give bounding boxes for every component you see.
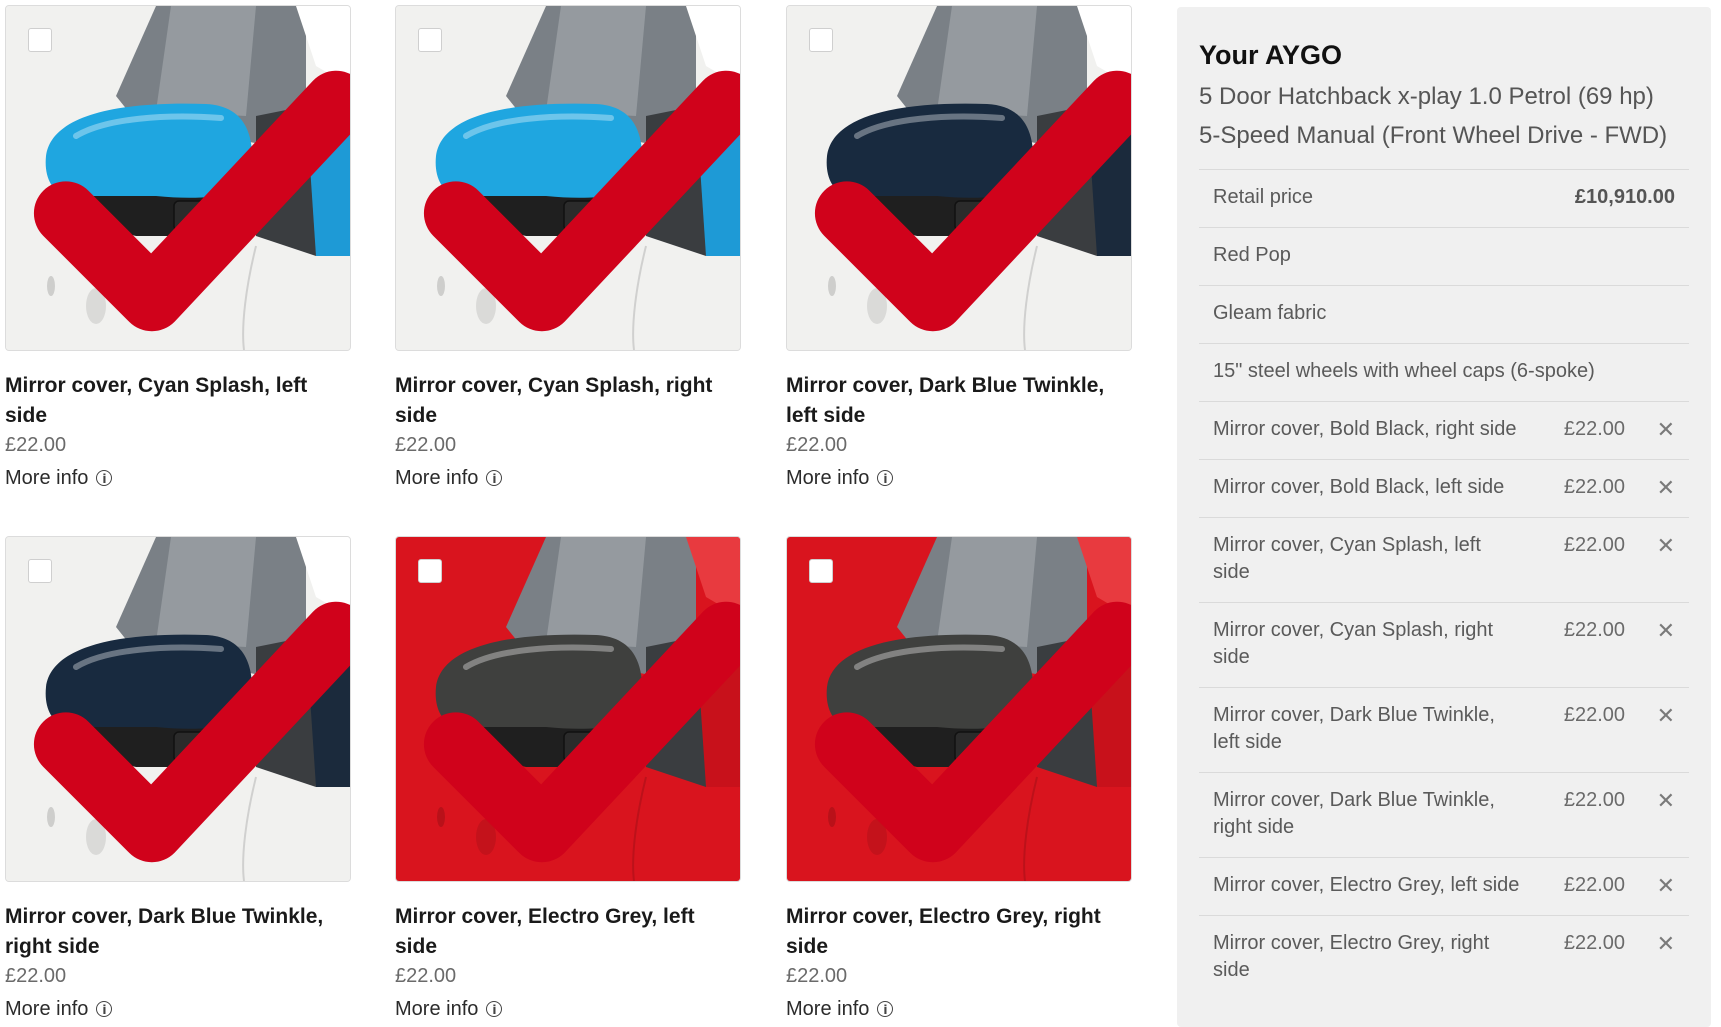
product-card[interactable]: Mirror cover, Dark Blue Twinkle, left si… (786, 5, 1132, 491)
product-price: £22.00 (786, 434, 848, 456)
selected-checkbox[interactable] (809, 559, 1131, 863)
selected-checkbox[interactable] (418, 28, 740, 332)
summary-row: Mirror cover, Cyan Splash, left side £22.… (1199, 517, 1689, 602)
info-icon: i (877, 1001, 894, 1017)
remove-icon[interactable]: ✕ (1625, 474, 1675, 501)
summary-row-label: Mirror cover, Electro Grey, left side (1213, 874, 1520, 896)
product-title: Mirror cover, Dark Blue Twinkle, right s… (5, 905, 324, 958)
more-info-label: More info (5, 998, 89, 1020)
remove-icon[interactable]: ✕ (1625, 702, 1675, 729)
summary-title: Your AYGO (1199, 40, 1343, 70)
info-icon: i (96, 470, 113, 486)
selected-checkbox[interactable] (809, 28, 1131, 332)
product-card[interactable]: Mirror cover, Cyan Splash, left side £22… (5, 5, 351, 491)
model-spec-line: 5-Speed Manual (Front Wheel Drive - FWD) (1199, 122, 1668, 149)
more-info-link[interactable]: More info i (395, 996, 741, 1022)
remove-icon[interactable]: ✕ (1625, 787, 1675, 814)
summary-row-price: £22.00 (1563, 789, 1625, 811)
summary-row: Retail price £10,910.00 (1199, 169, 1689, 227)
info-icon: i (96, 1001, 113, 1017)
summary-row-label: Mirror cover, Cyan Splash, left side (1213, 534, 1481, 583)
product-card[interactable]: Mirror cover, Dark Blue Twinkle, right s… (5, 536, 351, 1022)
remove-icon[interactable]: ✕ (1625, 872, 1675, 899)
summary-row: 15" steel wheels with wheel caps (6-spok… (1199, 343, 1689, 401)
summary-row: Mirror cover, Electro Grey, right side £2… (1199, 915, 1689, 1000)
summary-list: Retail price £10,910.00 Red Pop Gleam fabri… (1199, 169, 1689, 1000)
more-info-label: More info (786, 998, 870, 1020)
selected-checkbox[interactable] (28, 559, 350, 863)
summary-row-price: £22.00 (1563, 704, 1625, 726)
summary-row-price: £22.00 (1563, 874, 1625, 896)
summary-row-label: Mirror cover, Dark Blue Twinkle, left si… (1213, 704, 1495, 753)
summary-row-label: Mirror cover, Cyan Splash, right side (1213, 619, 1494, 668)
summary-row-label: Gleam fabric (1213, 302, 1327, 324)
more-info-label: More info (395, 998, 479, 1020)
summary-row-label: 15" steel wheels with wheel caps (6-spok… (1213, 360, 1595, 382)
product-price: £22.00 (395, 434, 457, 456)
summary-row: Red Pop (1199, 227, 1689, 285)
summary-row-label: Mirror cover, Dark Blue Twinkle, right s… (1213, 789, 1495, 838)
summary-row-label: Mirror cover, Bold Black, right side (1213, 418, 1517, 440)
remove-icon[interactable]: ✕ (1625, 617, 1675, 644)
summary-row: Mirror cover, Dark Blue Twinkle, left si… (1199, 687, 1689, 772)
more-info-link[interactable]: More info i (5, 996, 351, 1022)
more-info-label: More info (5, 467, 89, 489)
info-icon: i (486, 1001, 503, 1017)
info-icon: i (486, 470, 503, 486)
product-image[interactable] (786, 5, 1132, 351)
more-info-label: More info (395, 467, 479, 489)
more-info-link[interactable]: More info i (395, 465, 741, 491)
info-icon: i (877, 470, 894, 486)
product-title: Mirror cover, Electro Grey, right side (786, 905, 1101, 958)
more-info-link[interactable]: More info i (786, 465, 1132, 491)
model-spec: 5 Door Hatchback x-play 1.0 Petrol (69 h… (1199, 77, 1689, 155)
model-spec-line: 5 Door Hatchback x-play 1.0 Petrol (69 h… (1199, 83, 1654, 110)
summary-row-price: £22.00 (1563, 534, 1625, 556)
product-title: Mirror cover, Cyan Splash, left side (5, 374, 308, 427)
summary-row-price: £22.00 (1563, 476, 1625, 498)
accessory-grid: Mirror cover, Cyan Splash, left side £22… (0, 0, 1150, 1027)
summary-row-label: Retail price (1213, 186, 1314, 208)
product-image[interactable] (5, 536, 351, 882)
remove-icon[interactable]: ✕ (1625, 416, 1675, 443)
summary-row: Mirror cover, Bold Black, right side £22.… (1199, 401, 1689, 459)
product-price: £22.00 (786, 965, 848, 987)
product-price: £22.00 (5, 434, 67, 456)
summary-row-label: Red Pop (1213, 244, 1291, 266)
summary-row-label: Mirror cover, Bold Black, left side (1213, 476, 1505, 498)
selected-checkbox[interactable] (28, 28, 350, 332)
product-image[interactable] (786, 536, 1132, 882)
remove-icon[interactable]: ✕ (1625, 532, 1675, 559)
summary-row: Mirror cover, Dark Blue Twinkle, right s… (1199, 772, 1689, 857)
more-info-link[interactable]: More info i (786, 996, 1132, 1022)
product-title: Mirror cover, Cyan Splash, right side (395, 374, 713, 427)
product-price: £22.00 (5, 965, 67, 987)
selected-checkbox[interactable] (418, 559, 740, 863)
summary-row-price: £22.00 (1563, 619, 1625, 641)
summary-row-price: £22.00 (1563, 418, 1625, 440)
product-image[interactable] (395, 536, 741, 882)
summary-row: Mirror cover, Electro Grey, left side £22… (1199, 857, 1689, 915)
product-title: Mirror cover, Electro Grey, left side (395, 905, 695, 958)
summary-row-label: Mirror cover, Electro Grey, right side (1213, 932, 1490, 981)
summary-row: Mirror cover, Bold Black, left side £22.0… (1199, 459, 1689, 517)
more-info-label: More info (786, 467, 870, 489)
product-card[interactable]: Mirror cover, Electro Grey, left side £2… (395, 536, 741, 1022)
summary-row-price: £22.00 (1563, 932, 1625, 954)
product-price: £22.00 (395, 965, 457, 987)
summary-row: Gleam fabric (1199, 285, 1689, 343)
summary-row-price: £10,910.00 (1574, 186, 1675, 208)
configuration-summary: Your AYGO 5 Door Hatchback x-play 1.0 Pe… (1177, 7, 1711, 1027)
more-info-link[interactable]: More info i (5, 465, 351, 491)
product-title: Mirror cover, Dark Blue Twinkle, left si… (786, 374, 1105, 427)
product-image[interactable] (5, 5, 351, 351)
product-image[interactable] (395, 5, 741, 351)
product-card[interactable]: Mirror cover, Electro Grey, right side £… (786, 536, 1132, 1022)
product-card[interactable]: Mirror cover, Cyan Splash, right side £2… (395, 5, 741, 491)
summary-row: Mirror cover, Cyan Splash, right side £22… (1199, 602, 1689, 687)
remove-icon[interactable]: ✕ (1625, 930, 1675, 957)
